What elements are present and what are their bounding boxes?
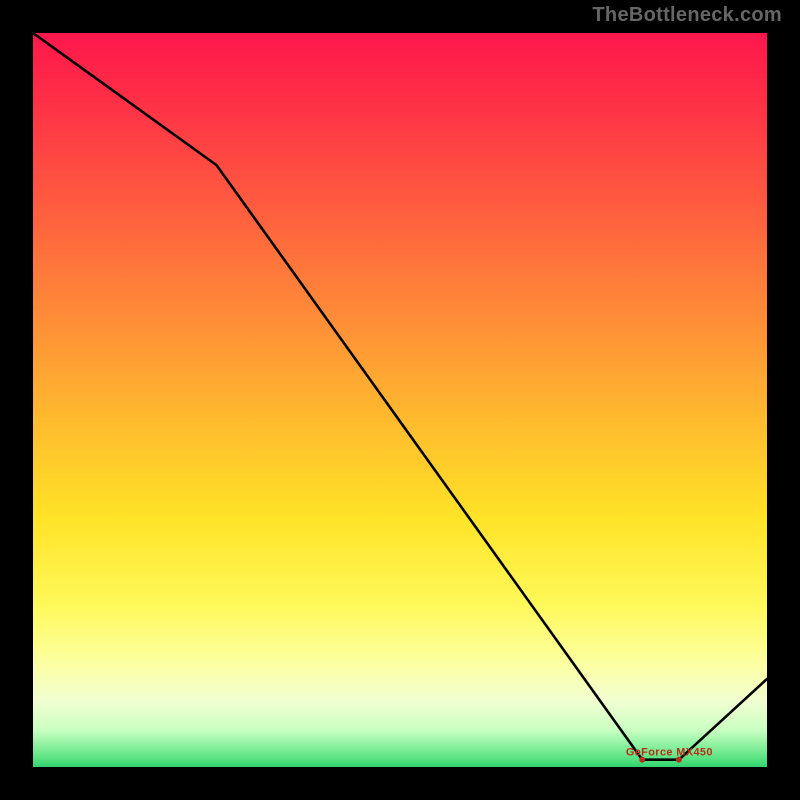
bottleneck-line (33, 33, 767, 760)
plot-svg: GeForce MX450 (33, 33, 767, 767)
attribution-text: TheBottleneck.com (592, 4, 782, 27)
optimal-label: GeForce MX450 (626, 747, 713, 759)
plot-area: GeForce MX450 (30, 30, 770, 770)
chart-container: TheBottleneck.com GeForce MX450 (0, 0, 800, 800)
